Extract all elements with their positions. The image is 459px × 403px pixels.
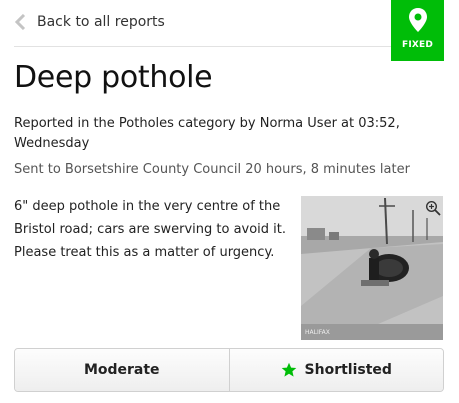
photo-watermark: HALIFAX — [305, 329, 330, 336]
report-photo[interactable]: HALIFAX — [301, 196, 443, 340]
moderate-button[interactable]: Moderate — [15, 349, 229, 391]
sent-to-council: Sent to Borsetshire County Council 20 ho… — [14, 162, 410, 177]
star-icon — [281, 362, 296, 377]
top-bar: Back to all reports — [14, 0, 443, 47]
report-actions: Moderate Shortlisted — [14, 348, 444, 392]
back-link-label: Back to all reports — [37, 14, 165, 30]
zoom-in-icon[interactable] — [425, 200, 441, 216]
status-label: FIXED — [401, 40, 434, 50]
map-pin-icon — [408, 8, 427, 32]
shortlist-button[interactable]: Shortlisted — [228, 349, 443, 391]
pothole-photo-image — [301, 196, 443, 340]
report-description: 6" deep pothole in the very centre of th… — [14, 199, 287, 260]
moderate-button-label: Moderate — [83, 362, 160, 378]
page-title: Deep pothole — [14, 60, 213, 95]
report-meta: Reported in the Potholes category by Nor… — [14, 116, 400, 151]
status-badge: FIXED — [391, 0, 444, 61]
shortlist-button-label: Shortlisted — [304, 362, 392, 378]
chevron-left-icon — [14, 14, 26, 30]
back-to-reports-link[interactable]: Back to all reports — [14, 14, 165, 30]
